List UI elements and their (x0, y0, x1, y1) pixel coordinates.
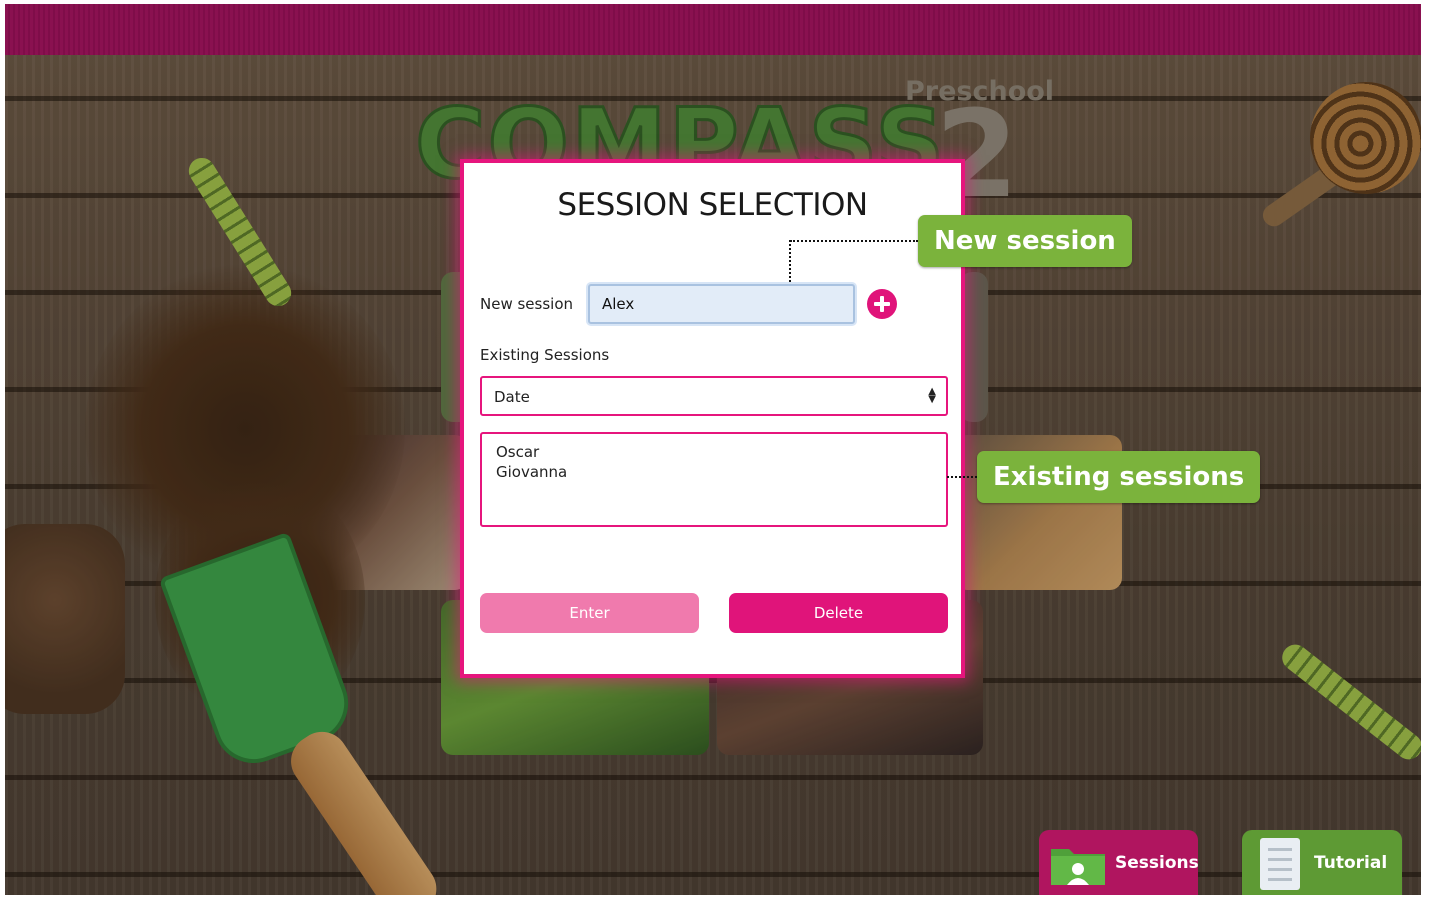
list-document-icon (1260, 838, 1300, 890)
add-session-button[interactable] (867, 289, 897, 319)
dialog-title: SESSION SELECTION (557, 187, 868, 223)
session-list-item[interactable]: Giovanna (496, 462, 932, 482)
delete-button[interactable]: Delete (729, 593, 948, 633)
sessions-list[interactable]: Oscar Giovanna (480, 432, 948, 527)
existing-sessions-label: Existing Sessions (480, 346, 610, 364)
enter-button[interactable]: Enter (480, 593, 699, 633)
sort-selected-value: Date (494, 388, 530, 406)
new-session-label: New session (480, 295, 574, 313)
top-bar (5, 4, 1421, 55)
sessions-tab[interactable]: Sessions (1039, 830, 1199, 895)
new-session-input[interactable] (588, 284, 855, 324)
session-list-item[interactable]: Oscar (496, 442, 932, 462)
sort-order-select[interactable]: Date ▲ ▼ (480, 376, 948, 416)
new-session-callout: New session (918, 215, 1132, 267)
callout-connector (789, 240, 791, 282)
select-arrows-icon: ▲ ▼ (928, 386, 936, 405)
folder-user-icon (1049, 843, 1107, 887)
sessions-tab-label: Sessions (1115, 853, 1199, 873)
tutorial-tab-label: Tutorial (1314, 853, 1388, 873)
tutorial-tab[interactable]: Tutorial (1242, 830, 1402, 895)
callout-connector (790, 240, 918, 242)
callout-connector (947, 476, 977, 478)
existing-sessions-callout: Existing sessions (977, 451, 1261, 503)
session-selection-dialog: SESSION SELECTION New session Existing S… (460, 159, 965, 678)
